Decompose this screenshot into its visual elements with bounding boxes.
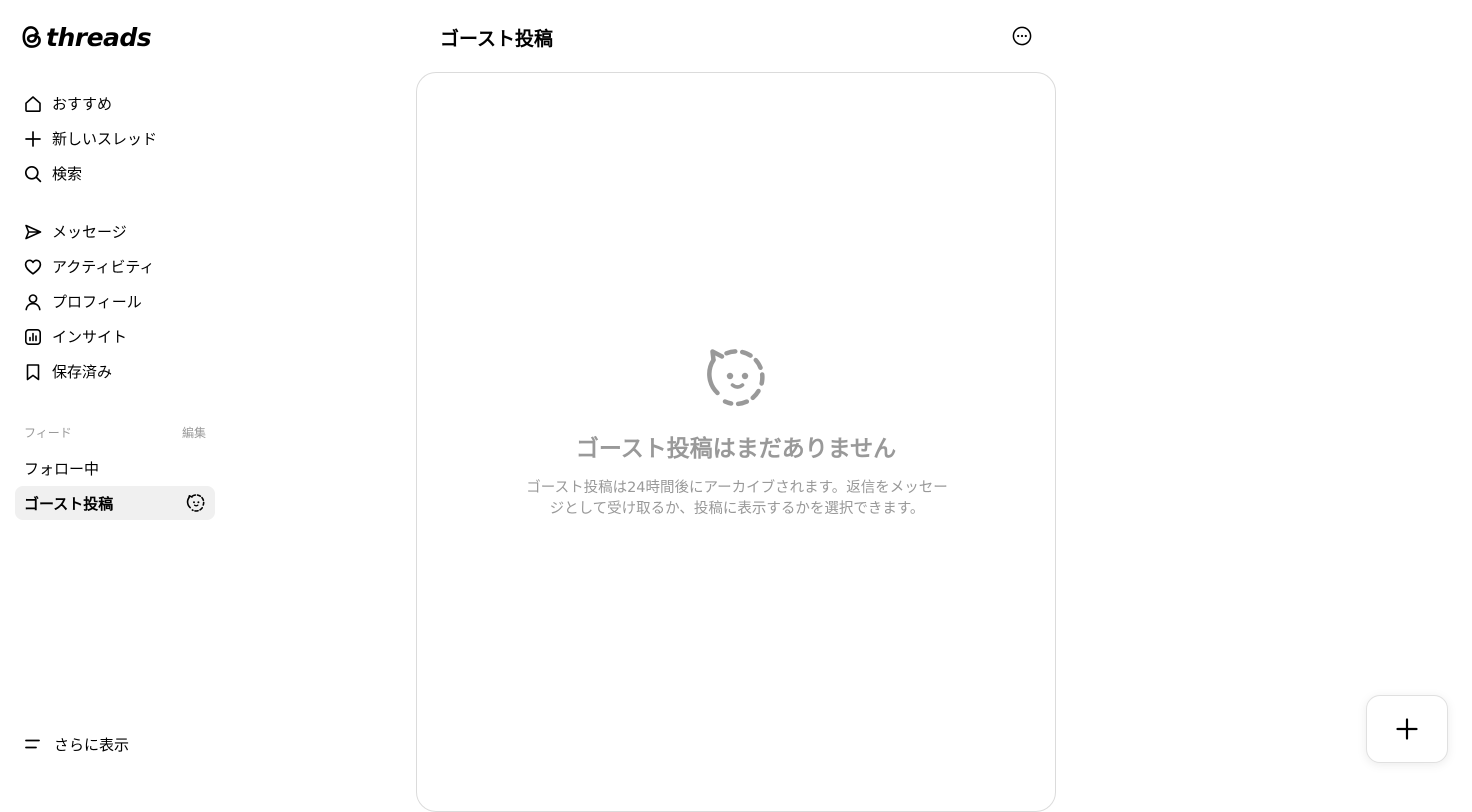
feeds-heading: フィード <box>24 425 72 440</box>
feeds-edit-link[interactable]: 編集 <box>182 424 215 441</box>
bookmark-icon <box>24 363 42 381</box>
nav-item-recommended[interactable]: おすすめ <box>15 86 215 121</box>
more-label: さらに表示 <box>54 735 130 754</box>
nav-item-label: プロフィール <box>52 293 142 311</box>
nav-item-activity[interactable]: アクティビティ <box>15 249 215 284</box>
nav-item-label: 新しいスレッド <box>52 130 158 148</box>
search-icon <box>24 165 42 183</box>
nav-item-label: アクティビティ <box>52 258 155 276</box>
more-options-icon <box>1011 25 1033 47</box>
home-icon <box>24 95 42 113</box>
plus-icon <box>24 130 42 148</box>
nav-item-profile[interactable]: プロフィール <box>15 284 215 319</box>
feed-item-label: ゴースト投稿 <box>24 494 114 513</box>
ghost-icon <box>186 493 206 513</box>
nav-item-new-thread[interactable]: 新しいスレッド <box>15 121 215 156</box>
new-thread-fab[interactable] <box>1366 695 1448 763</box>
feed-item-ghost-posts[interactable]: ゴースト投稿 <box>15 486 215 520</box>
person-icon <box>24 293 42 311</box>
logo-text: threads <box>46 22 152 52</box>
feed-item-following[interactable]: フォロー中 <box>15 451 215 485</box>
send-icon <box>24 223 42 241</box>
empty-state-description: ゴースト投稿は24時間後にアーカイブされます。返信をメッセージとして受け取るか、… <box>526 480 948 517</box>
primary-nav: おすすめ 新しいスレッド 検索 <box>15 86 215 191</box>
ghost-icon <box>705 346 769 410</box>
secondary-nav: メッセージ アクティビティ プロフィール インサイト 保存済み <box>15 214 215 389</box>
nav-item-label: 保存済み <box>52 363 113 381</box>
nav-item-saved[interactable]: 保存済み <box>15 354 215 389</box>
content-panel: ゴースト投稿はまだありません ゴースト投稿は24時間後にアーカイブされます。返信… <box>416 72 1056 812</box>
heart-icon <box>24 258 42 276</box>
threads-logo-icon <box>22 26 41 48</box>
page-title: ゴースト投稿 <box>440 28 554 50</box>
more-options-button[interactable] <box>1011 25 1033 47</box>
nav-item-messages[interactable]: メッセージ <box>15 214 215 249</box>
nav-item-label: インサイト <box>52 328 128 346</box>
nav-item-label: おすすめ <box>52 95 113 113</box>
menu-icon <box>24 737 42 751</box>
feed-item-label: フォロー中 <box>24 459 100 478</box>
empty-state-title: ゴースト投稿はまだありません <box>575 436 897 462</box>
nav-item-label: 検索 <box>52 165 83 183</box>
nav-item-insights[interactable]: インサイト <box>15 319 215 354</box>
threads-logo[interactable]: threads <box>21 22 152 52</box>
more-menu-button[interactable]: さらに表示 <box>24 733 129 755</box>
plus-icon <box>1396 718 1418 740</box>
nav-item-search[interactable]: 検索 <box>15 156 215 191</box>
feeds-header: フィード 編集 <box>15 422 215 442</box>
nav-item-label: メッセージ <box>52 223 127 241</box>
insights-icon <box>24 328 42 346</box>
